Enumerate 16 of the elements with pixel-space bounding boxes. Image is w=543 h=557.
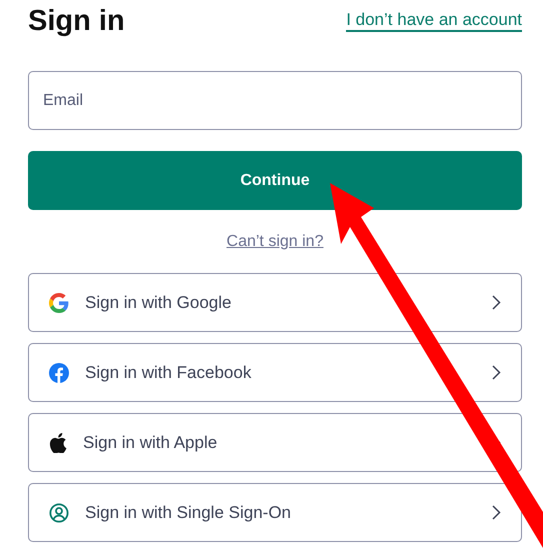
sign-in-option-button[interactable]: Sign in with Facebook	[28, 343, 522, 402]
email-field[interactable]: Email	[28, 71, 522, 130]
google-logo-icon	[49, 292, 69, 312]
sign-in-option-button[interactable]: Sign in with Google	[28, 273, 522, 332]
page-title: Sign in	[28, 6, 125, 36]
apple-logo-icon	[49, 432, 67, 452]
chevron-right-icon	[492, 295, 501, 310]
no-account-link[interactable]: I don’t have an account	[346, 10, 522, 32]
chevron-right-icon	[492, 365, 501, 380]
person-circle-icon	[49, 502, 69, 522]
sign-in-option-button[interactable]: Sign in with Apple	[28, 413, 522, 472]
facebook-logo-icon	[49, 362, 69, 382]
continue-button[interactable]: Continue	[28, 151, 522, 210]
chevron-right-icon	[492, 505, 501, 520]
cant-sign-in-link[interactable]: Can’t sign in?	[226, 233, 324, 250]
sign-in-option-button[interactable]: Sign in with Single Sign-On	[28, 483, 522, 542]
